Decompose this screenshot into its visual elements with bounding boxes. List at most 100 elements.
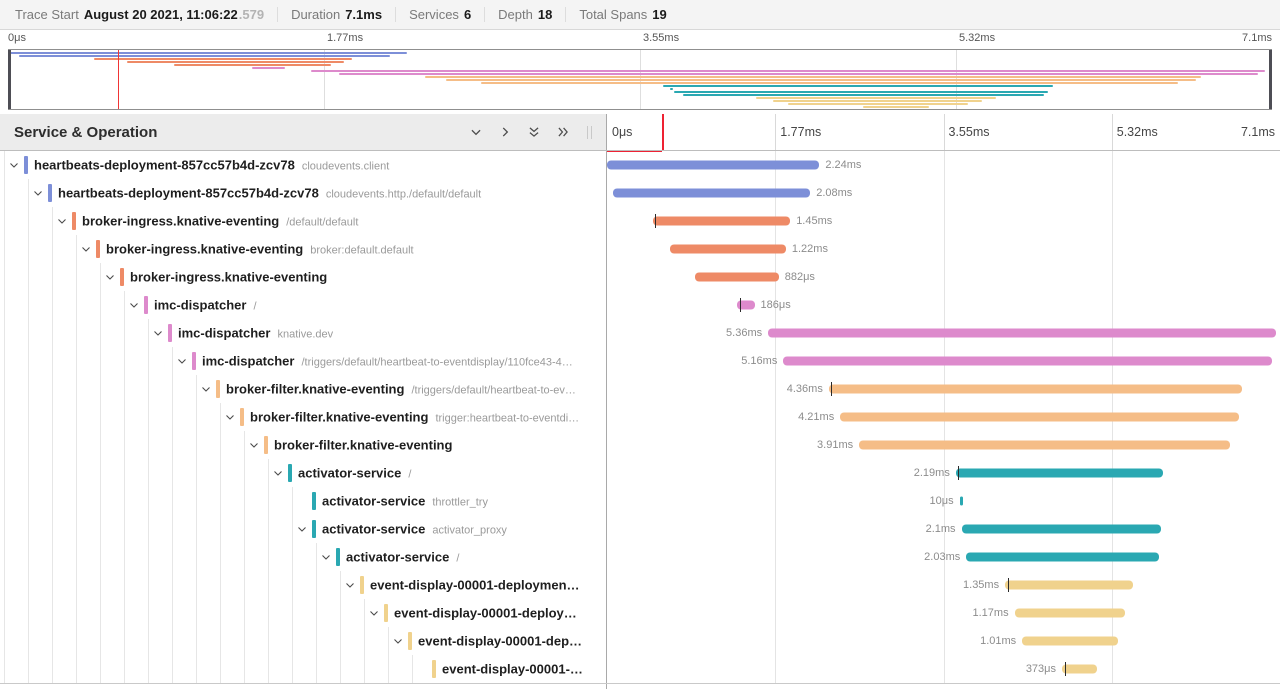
- chevron-right-icon[interactable]: [498, 125, 512, 139]
- chevron-down-icon[interactable]: [8, 159, 20, 171]
- span-name-row[interactable]: event-display-00001-deploymen…: [0, 571, 606, 599]
- span-bar-row[interactable]: 1.22ms: [607, 235, 1280, 263]
- span-bar-row[interactable]: 5.36ms: [607, 319, 1280, 347]
- span-bar-row[interactable]: 10μs: [607, 487, 1280, 515]
- span-bar[interactable]: [962, 525, 1161, 534]
- span-name-row[interactable]: event-display-00001-dep…: [0, 627, 606, 655]
- chevron-down-icon[interactable]: [104, 271, 116, 283]
- span-name-row[interactable]: heartbeats-deployment-857cc57b4d-zcv78cl…: [0, 179, 606, 207]
- span-bar[interactable]: [1062, 665, 1097, 674]
- span-bar-row[interactable]: 2.19ms: [607, 459, 1280, 487]
- span-bar-row[interactable]: 882μs: [607, 263, 1280, 291]
- span-bar-row[interactable]: 1.45ms: [607, 207, 1280, 235]
- indent-guide: [220, 627, 221, 655]
- service-name: activator-service/: [298, 466, 600, 481]
- span-bar-row[interactable]: 1.35ms: [607, 571, 1280, 599]
- indent-guide: [340, 571, 341, 599]
- service-name: imc-dispatcher/triggers/default/heartbea…: [202, 354, 600, 369]
- span-bar[interactable]: [840, 413, 1239, 422]
- chevron-down-icon[interactable]: [32, 187, 44, 199]
- minimap-right-scrubber[interactable]: [1269, 50, 1272, 109]
- chevron-down-icon[interactable]: [248, 439, 260, 451]
- double-chevron-right-icon[interactable]: [556, 125, 570, 139]
- double-chevron-down-icon[interactable]: [527, 125, 541, 139]
- chevron-down-icon[interactable]: [224, 411, 236, 423]
- span-bar[interactable]: [1005, 581, 1133, 590]
- span-bar[interactable]: [670, 245, 786, 254]
- indent-guide: [4, 291, 5, 319]
- service-name: activator-servicethrottler_try: [322, 494, 600, 509]
- span-name-row[interactable]: broker-filter.knative-eventing: [0, 431, 606, 459]
- span-bar-row[interactable]: 3.91ms: [607, 431, 1280, 459]
- span-bar-row[interactable]: 1.01ms: [607, 627, 1280, 655]
- chevron-down-icon[interactable]: [200, 383, 212, 395]
- chevron-down-icon[interactable]: [56, 215, 68, 227]
- indent-guide: [220, 599, 221, 627]
- span-bar[interactable]: [768, 329, 1276, 338]
- indent-guide: [4, 375, 5, 403]
- span-bar[interactable]: [1015, 609, 1126, 618]
- span-name-row[interactable]: event-display-00001-…: [0, 655, 606, 683]
- span-name-row[interactable]: broker-ingress.knative-eventingbroker:de…: [0, 235, 606, 263]
- chevron-down-icon[interactable]: [320, 551, 332, 563]
- span-name-row[interactable]: activator-servicethrottler_try: [0, 487, 606, 515]
- indent-guide: [76, 599, 77, 627]
- chevron-down-icon[interactable]: [152, 327, 164, 339]
- indent-guide: [28, 459, 29, 487]
- column-resizer-handle[interactable]: [587, 126, 592, 139]
- span-bar[interactable]: [695, 273, 779, 282]
- span-name-row[interactable]: imc-dispatcherknative.dev: [0, 319, 606, 347]
- chevron-down-icon[interactable]: [296, 523, 308, 535]
- chevron-down-icon[interactable]: [272, 467, 284, 479]
- span-name-row[interactable]: activator-serviceactivator_proxy: [0, 515, 606, 543]
- span-bar[interactable]: [966, 553, 1158, 562]
- span-bar[interactable]: [859, 441, 1230, 450]
- span-bar[interactable]: [829, 385, 1242, 394]
- span-bar-row[interactable]: 1.17ms: [607, 599, 1280, 627]
- span-name-row[interactable]: imc-dispatcher/: [0, 291, 606, 319]
- span-name-row[interactable]: broker-filter.knative-eventing/triggers/…: [0, 375, 606, 403]
- minimap-canvas[interactable]: [8, 49, 1272, 110]
- span-bar[interactable]: [1022, 637, 1118, 646]
- chevron-down-icon[interactable]: [368, 607, 380, 619]
- chevron-down-icon[interactable]: [392, 635, 404, 647]
- span-bar[interactable]: [607, 161, 819, 170]
- span-bar-row[interactable]: 4.36ms: [607, 375, 1280, 403]
- indent-guide: [100, 627, 101, 655]
- span-name-row[interactable]: broker-ingress.knative-eventing: [0, 263, 606, 291]
- span-name-row[interactable]: activator-service/: [0, 459, 606, 487]
- span-bar-row[interactable]: 2.08ms: [607, 179, 1280, 207]
- span-name-row[interactable]: event-display-00001-deploy…: [0, 599, 606, 627]
- span-bar[interactable]: [653, 217, 790, 226]
- span-bar-row[interactable]: 186μs: [607, 291, 1280, 319]
- span-bar-row[interactable]: 2.1ms: [607, 515, 1280, 543]
- timeline-header[interactable]: 0μs 1.77ms 3.55ms 5.32ms 7.1ms: [607, 114, 1280, 150]
- span-bar-row[interactable]: 373μs: [607, 655, 1280, 683]
- span-bar-row[interactable]: 2.03ms: [607, 543, 1280, 571]
- span-bar[interactable]: [956, 469, 1164, 478]
- indent-guide: [52, 599, 53, 627]
- span-bar[interactable]: [960, 497, 963, 506]
- span-name-row[interactable]: imc-dispatcher/triggers/default/heartbea…: [0, 347, 606, 375]
- span-bar-row[interactable]: 5.16ms: [607, 347, 1280, 375]
- span-bar[interactable]: [613, 189, 810, 198]
- indent-guide: [172, 459, 173, 487]
- span-name-row[interactable]: heartbeats-deployment-857cc57b4d-zcv78cl…: [0, 151, 606, 179]
- indent-guide: [76, 319, 77, 347]
- span-bar-row[interactable]: 4.21ms: [607, 403, 1280, 431]
- chevron-down-icon[interactable]: [344, 579, 356, 591]
- chevron-down-icon[interactable]: [80, 243, 92, 255]
- indent-guide: [220, 431, 221, 459]
- minimap-span: [863, 106, 929, 108]
- span-bar-row[interactable]: 2.24ms: [607, 151, 1280, 179]
- chevron-down-icon[interactable]: [128, 299, 140, 311]
- minimap-left-scrubber[interactable]: [8, 50, 11, 109]
- chevron-down-icon[interactable]: [469, 125, 483, 139]
- indent-guide: [28, 179, 29, 207]
- indent-guide: [100, 431, 101, 459]
- span-name-row[interactable]: broker-ingress.knative-eventing/default/…: [0, 207, 606, 235]
- span-bar[interactable]: [783, 357, 1272, 366]
- chevron-down-icon[interactable]: [176, 355, 188, 367]
- span-name-row[interactable]: broker-filter.knative-eventingtrigger:he…: [0, 403, 606, 431]
- span-name-row[interactable]: activator-service/: [0, 543, 606, 571]
